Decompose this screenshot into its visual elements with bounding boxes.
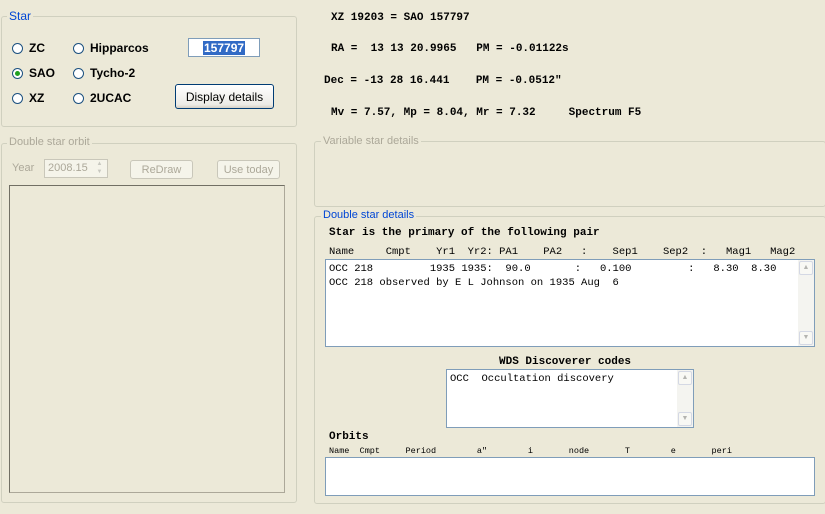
double-group-title: Double star details [321,209,417,221]
star-number-value: 157797 [203,41,246,55]
ra-pm-line: RA = 13 13 20.9965 PM = -0.01122s [331,43,569,55]
wds-title: WDS Discoverer codes [499,356,632,368]
radio-2ucac[interactable]: 2UCAC [73,91,131,105]
star-group-title: Star [7,9,34,23]
variable-group [314,141,825,207]
wds-row: OCC Occultation discovery [450,373,614,385]
orbits-title: Orbits [329,431,369,443]
wds-list-scrollbar[interactable]: ▲ ▼ [677,370,693,427]
pair-list-scrollbar[interactable]: ▲ ▼ [798,260,814,346]
radio-hipparcos-label: Hipparcos [90,41,149,55]
radio-xz-circle[interactable] [12,92,23,104]
radio-zc-circle[interactable] [12,42,23,54]
star-designation: XZ 19203 = SAO 157797 [331,12,470,24]
radio-sao-label: SAO [29,66,56,80]
radio-zc-label: ZC [29,41,45,55]
display-details-button[interactable]: Display details [175,84,274,109]
radio-hipparcos[interactable]: Hipparcos [73,41,149,55]
radio-xz-label: XZ [29,91,45,105]
radio-xz[interactable]: XZ [12,91,44,105]
pair-columns-header: Name Cmpt Yr1 Yr2: PA1 PA2 : Sep1 Sep2 :… [329,246,796,258]
radio-tycho2-circle[interactable] [73,67,84,79]
radio-2ucac-circle[interactable] [73,92,84,104]
pair-row: OCC 218 observed by E L Johnson on 1935 … [329,277,619,289]
pair-row: OCC 218 1935 1935: 90.0 : 0.100 : 8.30 8… [329,263,777,275]
year-label: Year [12,162,35,174]
scroll-down-icon[interactable]: ▼ [678,412,692,426]
radio-hipparcos-circle[interactable] [73,42,84,54]
wds-list[interactable]: OCC Occultation discovery ▲ ▼ [446,369,694,428]
year-value: 2008.15 [48,162,88,174]
orbits-columns-header: Name Cmpt Period a" i node T e peri [329,446,732,456]
dec-pm-line: Dec = -13 28 16.441 PM = -0.0512" [324,75,562,87]
radio-2ucac-label: 2UCAC [90,91,132,105]
radio-tycho2-label: Tycho-2 [90,66,136,80]
redraw-button[interactable]: ReDraw [130,160,193,179]
radio-sao[interactable]: SAO [12,66,55,80]
use-today-button[interactable]: Use today [217,160,280,179]
orbits-list[interactable] [325,457,815,496]
scroll-up-icon[interactable]: ▲ [678,371,692,385]
scroll-up-icon[interactable]: ▲ [799,261,813,275]
variable-group-title: Variable star details [321,135,421,147]
radio-tycho2[interactable]: Tycho-2 [73,66,135,80]
pair-list[interactable]: OCC 218 1935 1935: 90.0 : 0.100 : 8.30 8… [325,259,815,347]
year-up-icon[interactable]: ▲ [93,161,106,168]
radio-sao-circle[interactable] [12,67,23,79]
orbit-plot-area [9,185,285,493]
star-number-input[interactable]: 157797 [188,38,260,57]
scroll-down-icon[interactable]: ▼ [799,331,813,345]
radio-zc[interactable]: ZC [12,41,45,55]
orbit-group-title: Double star orbit [7,136,92,148]
pair-heading: Star is the primary of the following pai… [329,227,600,239]
magnitude-spectrum-line: Mv = 7.57, Mp = 8.04, Mr = 7.32 Spectrum… [331,107,642,119]
year-down-icon[interactable]: ▼ [93,169,106,176]
year-stepper[interactable]: 2008.15 ▲ ▼ [44,159,108,178]
